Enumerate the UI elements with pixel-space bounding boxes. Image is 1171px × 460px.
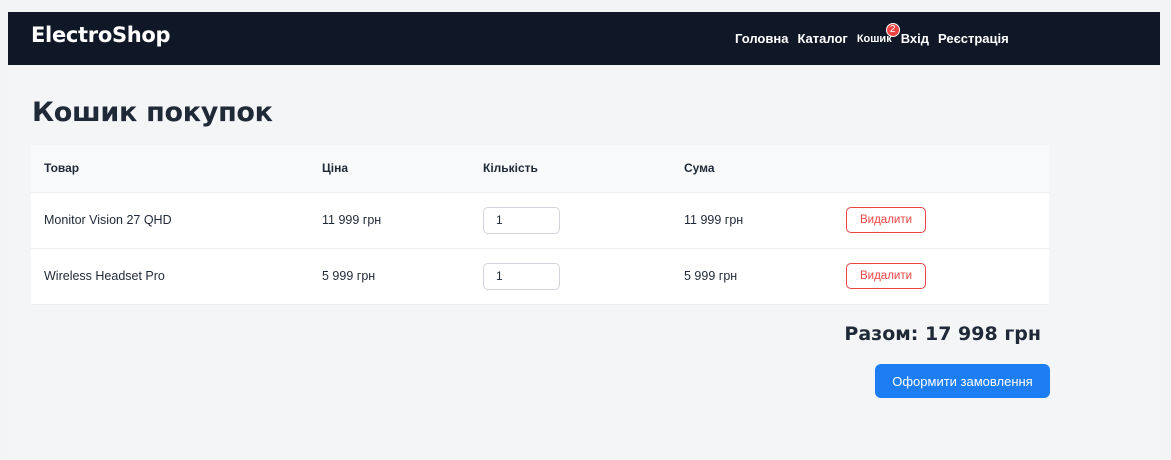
cart-count-badge: 2 <box>885 22 900 37</box>
actions-cell: Видалити <box>833 192 1049 249</box>
checkout-button[interactable]: Оформити замовлення <box>875 364 1050 398</box>
page-frame: ElectroShop Головна Каталог Кошик 2 Вхід… <box>8 12 1160 457</box>
nav-link-home[interactable]: Головна <box>735 31 788 46</box>
navbar: ElectroShop Головна Каталог Кошик 2 Вхід… <box>8 12 1160 65</box>
product-name: Wireless Headset Pro <box>31 248 309 305</box>
nav-links: Головна Каталог Кошик 2 Вхід Реєстрація <box>735 12 1009 65</box>
cart-table: Товар Ціна Кількість Сума Monitor Vision… <box>31 145 1049 305</box>
remove-button[interactable]: Видалити <box>846 207 927 233</box>
column-header-product: Товар <box>31 145 309 193</box>
column-header-quantity: Кількість <box>470 145 671 193</box>
column-header-actions <box>833 145 1049 193</box>
product-sum: 5 999 грн <box>671 248 833 305</box>
quantity-cell <box>470 192 671 249</box>
nav-link-register[interactable]: Реєстрація <box>938 31 1009 46</box>
brand-logo[interactable]: ElectroShop <box>31 23 171 47</box>
nav-link-login[interactable]: Вхід <box>901 31 929 46</box>
actions-cell: Видалити <box>833 248 1049 305</box>
quantity-input[interactable] <box>483 262 560 290</box>
product-name: Monitor Vision 27 QHD <box>31 192 309 249</box>
nav-link-cart[interactable]: Кошик 2 <box>856 22 900 45</box>
column-header-price: Ціна <box>309 145 470 193</box>
page-title: Кошик покупок <box>32 97 273 128</box>
table-header-row: Товар Ціна Кількість Сума <box>31 145 1049 193</box>
table-row: Monitor Vision 27 QHD 11 999 грн 11 999 … <box>31 192 1049 249</box>
table-row: Wireless Headset Pro 5 999 грн 5 999 грн… <box>31 248 1049 305</box>
quantity-input[interactable] <box>483 206 560 234</box>
quantity-cell <box>470 248 671 305</box>
nav-link-catalog[interactable]: Каталог <box>797 31 847 46</box>
column-header-sum: Сума <box>671 145 833 193</box>
cart-total: Разом: 17 998 грн <box>844 323 1041 345</box>
nav-link-cart-label: Кошик <box>856 32 892 45</box>
product-price: 11 999 грн <box>309 192 470 249</box>
remove-button[interactable]: Видалити <box>846 263 927 289</box>
product-sum: 11 999 грн <box>671 192 833 249</box>
product-price: 5 999 грн <box>309 248 470 305</box>
